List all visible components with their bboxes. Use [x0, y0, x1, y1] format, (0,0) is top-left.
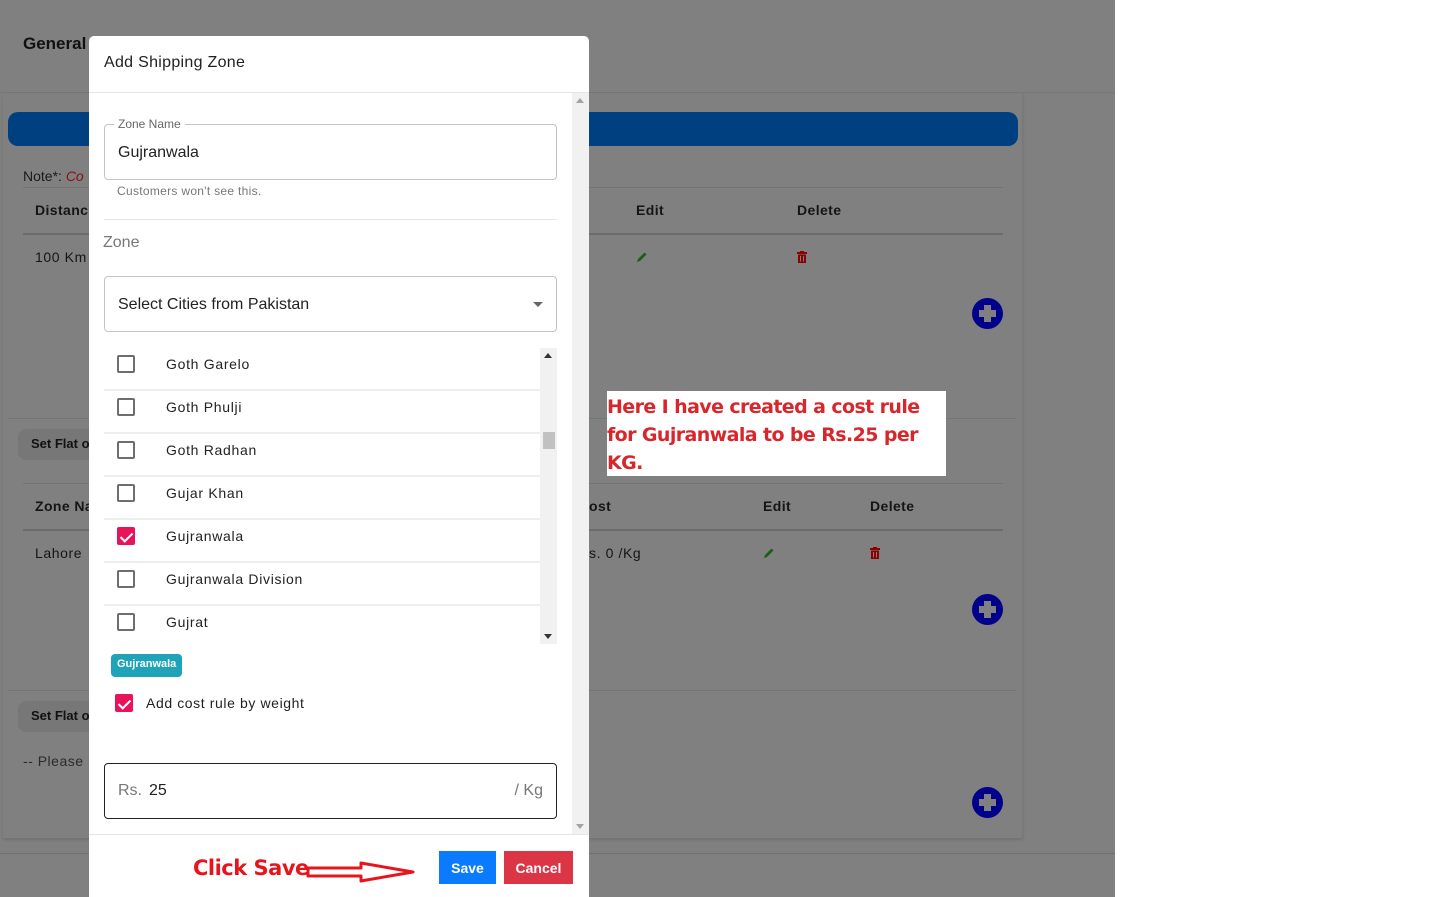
dialog-scrollbar[interactable]: [572, 93, 589, 834]
unit-suffix: / Kg: [514, 782, 543, 799]
arrow-right-icon: [306, 861, 415, 883]
city-option[interactable]: Goth Garelo: [104, 348, 540, 391]
placeholder-text: -- Please .: [23, 753, 93, 769]
add-rule-button[interactable]: [972, 787, 1003, 818]
zone-name-cell: Lahore: [35, 545, 83, 561]
city-select-text: Select Cities from Pakistan: [118, 296, 310, 313]
page-title: General: [23, 34, 87, 53]
dialog-body: Zone Name Gujranwala Customers won't see…: [89, 93, 589, 834]
add-zone-button[interactable]: [972, 594, 1003, 625]
city-checkbox[interactable]: [117, 527, 135, 545]
trash-icon[interactable]: [870, 547, 880, 559]
save-button[interactable]: Save: [439, 851, 496, 884]
city-name: Gujranwala: [166, 528, 244, 544]
city-option[interactable]: Gujranwala Division: [104, 563, 540, 606]
selected-city-chip: Gujranwala: [111, 654, 183, 677]
column-header-cost: ost: [589, 498, 612, 514]
city-name: Goth Radhan: [166, 442, 257, 458]
note-text: Note*: Co: [23, 168, 84, 184]
annotation-note: Here I have created a cost rule for Gujr…: [607, 391, 946, 476]
city-option[interactable]: Gujar Khan: [104, 477, 540, 520]
note-label: Note*:: [23, 168, 62, 184]
city-name: Goth Garelo: [166, 356, 250, 372]
city-list: Goth Garelo Goth Phulji Goth Radhan Gujar K…: [104, 348, 557, 644]
city-checkbox[interactable]: [117, 441, 135, 459]
chevron-down-icon: [533, 302, 543, 307]
divider: [104, 219, 557, 220]
zone-name-field[interactable]: Zone Name Gujranwala: [104, 117, 557, 180]
scroll-up-icon[interactable]: [544, 353, 552, 358]
scroll-up-icon[interactable]: [576, 98, 584, 103]
add-distance-rule-button[interactable]: [972, 298, 1003, 329]
annotation-click-save: Click Save: [193, 856, 309, 880]
city-name: Goth Phulji: [166, 399, 243, 415]
city-option[interactable]: Goth Radhan: [104, 434, 540, 477]
cancel-button[interactable]: Cancel: [504, 851, 573, 884]
cost-input[interactable]: 25: [149, 782, 167, 800]
city-checkbox[interactable]: [117, 398, 135, 416]
weight-rule-checkbox[interactable]: [115, 694, 133, 712]
city-name: Gujar Khan: [166, 485, 244, 501]
city-list-scrollbar[interactable]: [540, 348, 557, 644]
pencil-icon[interactable]: [636, 251, 648, 263]
city-option[interactable]: Gujranwala: [104, 520, 540, 563]
dialog-title: Add Shipping Zone: [89, 36, 589, 93]
scrollbar-thumb[interactable]: [543, 432, 555, 449]
annotation-note-text: Here I have created a cost rule for Gujr…: [607, 396, 920, 474]
note-message: Co: [65, 168, 84, 184]
zone-name-input[interactable]: Gujranwala: [118, 144, 199, 162]
trash-icon[interactable]: [797, 251, 807, 263]
scroll-down-icon[interactable]: [576, 824, 584, 829]
city-name: Gujrat: [166, 614, 209, 630]
city-option[interactable]: Gujrat: [104, 606, 540, 644]
city-checkbox[interactable]: [117, 570, 135, 588]
zone-cost-cell: s. 0 /Kg: [589, 545, 642, 561]
screen: General Note*: Co Distance Edit Delete 1…: [0, 0, 1450, 897]
currency-prefix: Rs.: [118, 782, 142, 799]
column-header-edit: Edit: [636, 202, 665, 218]
city-select-dropdown[interactable]: Select Cities from Pakistan: [104, 276, 557, 332]
city-checkbox[interactable]: [117, 355, 135, 373]
zone-section-label: Zone: [103, 234, 140, 251]
city-name: Gujranwala Division: [166, 571, 304, 587]
distance-cell: 100 Km: [35, 249, 87, 265]
zone-name-helper: Customers won't see this.: [117, 184, 262, 198]
city-checkbox[interactable]: [117, 484, 135, 502]
weight-rule-label: Add cost rule by weight: [146, 695, 305, 711]
cost-per-kg-field[interactable]: Rs. 25 / Kg: [104, 763, 557, 819]
city-checkbox[interactable]: [117, 613, 135, 631]
city-option[interactable]: Goth Phulji: [104, 391, 540, 434]
pencil-icon[interactable]: [763, 547, 775, 559]
column-header-delete: Delete: [797, 202, 842, 218]
column-header-delete: Delete: [870, 498, 915, 514]
column-header-edit: Edit: [763, 498, 792, 514]
column-header-zone-name: Zone Na: [35, 498, 94, 514]
scroll-down-icon[interactable]: [544, 634, 552, 639]
add-shipping-zone-dialog: Add Shipping Zone Zone Name Gujranwala C…: [89, 36, 589, 897]
zone-name-label: Zone Name: [114, 117, 185, 131]
column-header-distance: Distance: [35, 202, 97, 218]
